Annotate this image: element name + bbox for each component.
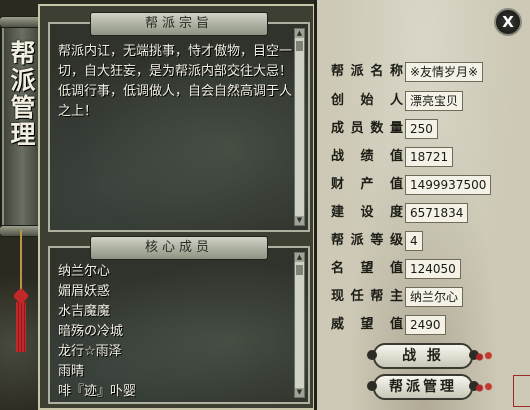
member-item[interactable]: 媚眉妖惑	[58, 282, 136, 302]
info-value: 纳兰尔心	[405, 287, 464, 307]
member-item[interactable]: 水吉魔魔	[58, 302, 136, 322]
member-list: 纳兰尔心 媚眉妖惑 水吉魔魔 暗殇の冷城 龙行☆雨泽 雨晴 啡『迹』卟婴	[58, 262, 136, 402]
info-label: 财产值	[331, 177, 403, 192]
info-label: 威望值	[331, 317, 403, 332]
info-label: 成员数量	[331, 121, 403, 136]
members-panel: 核心成员 纳兰尔心 媚眉妖惑 水吉魔魔 暗殇の冷城 龙行☆雨泽 雨晴 啡『迹』卟…	[48, 236, 310, 404]
info-label: 帮派等级	[331, 233, 403, 248]
purpose-scrollbar[interactable]: ▲ ▼	[294, 28, 305, 226]
scroll-down-arrow-icon[interactable]: ▼	[295, 388, 304, 397]
info-label: 名望值	[331, 261, 403, 276]
gang-manage-label: 帮派管理	[389, 379, 457, 395]
purpose-scroll-thumb[interactable]	[296, 41, 303, 51]
scroll-up-arrow-icon[interactable]: ▲	[295, 253, 304, 262]
middle-panel: 帮派宗旨 帮派内讧，无端挑事，恃才傲物，目空一切，自大狂妄，是为帮派内部交往大忌…	[38, 4, 315, 410]
info-label: 战绩值	[331, 149, 403, 164]
info-value: 124050	[405, 259, 461, 279]
info-value: 1499937500	[405, 175, 492, 195]
info-value: 4	[405, 231, 423, 251]
scroll-up-arrow-icon[interactable]: ▲	[295, 29, 304, 38]
member-item[interactable]: 纳兰尔心	[58, 262, 136, 282]
info-value: 2490	[405, 315, 446, 335]
member-item[interactable]: 雨晴	[58, 362, 136, 382]
purpose-panel: 帮派宗旨 帮派内讧，无端挑事，恃才傲物，目空一切，自大狂妄，是为帮派内部交往大忌…	[48, 12, 310, 232]
info-value: 250	[405, 119, 438, 139]
info-label: 创始人	[331, 93, 403, 108]
scroll-down-arrow-icon[interactable]: ▼	[295, 216, 304, 225]
info-value: 漂亮宝贝	[405, 91, 464, 111]
purpose-panel-title: 帮派宗旨	[90, 12, 268, 36]
info-value: 18721	[405, 147, 454, 167]
red-tassel-decoration	[12, 230, 30, 352]
member-item[interactable]: 暗殇の冷城	[58, 322, 136, 342]
info-label: 现任帮主	[331, 289, 403, 304]
info-panel: X 帮派名称 ※友情岁月※ 创始人 漂亮宝贝 成员数量 250 战绩值 1872…	[314, 0, 530, 410]
info-label: 帮派名称	[331, 64, 403, 79]
members-scrollbar[interactable]: ▲ ▼	[294, 252, 305, 398]
close-button[interactable]: X	[494, 8, 522, 36]
member-item[interactable]: 龙行☆雨泽	[58, 342, 136, 362]
gang-manage-button[interactable]: 帮派管理	[367, 374, 479, 400]
flower-decoration	[473, 350, 495, 364]
purpose-text: 帮派内讧，无端挑事，恃才傲物，目空一切，自大狂妄，是为帮派内部交往大忌！低调行事…	[58, 44, 293, 119]
info-label: 建设度	[331, 205, 403, 220]
red-seal-stamp	[513, 375, 530, 407]
members-scroll-thumb[interactable]	[296, 265, 303, 275]
battle-report-label: 战 报	[402, 348, 444, 364]
flower-decoration	[473, 381, 495, 395]
window-title: 帮派管理	[7, 40, 36, 148]
info-value: 6571834	[405, 203, 469, 223]
battle-report-button[interactable]: 战 报	[367, 343, 479, 369]
members-panel-title: 核心成员	[90, 236, 268, 260]
member-item[interactable]: 啡『迹』卟婴	[58, 382, 136, 402]
info-value: ※友情岁月※	[405, 62, 484, 82]
